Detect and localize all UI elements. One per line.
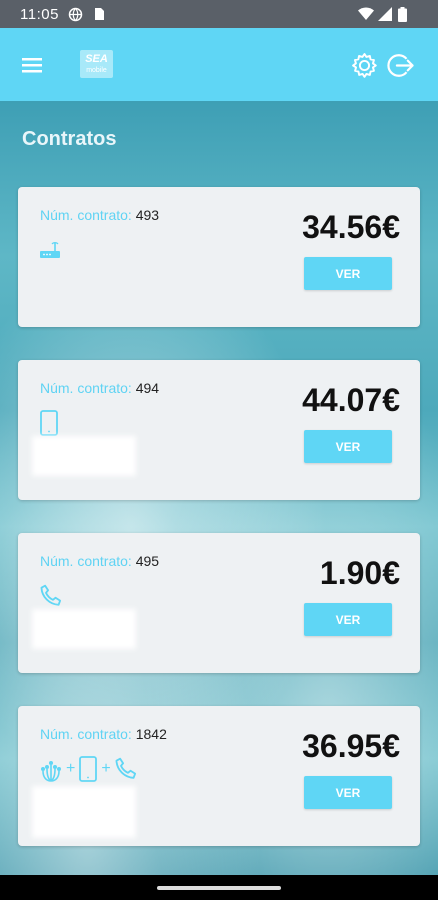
brand-logo: SEA mobile — [80, 50, 113, 78]
page-title: Contratos — [22, 128, 117, 150]
contract-card: Núm. contrato: 493 34.56€ VER — [18, 187, 420, 327]
plus-sign: + — [101, 760, 111, 777]
contract-label: Núm. contrato: 495 — [40, 553, 159, 569]
app-bar: SEA mobile — [0, 28, 438, 101]
redacted-info — [32, 609, 136, 649]
contract-label-text: Núm. contrato: — [40, 380, 132, 396]
system-navigation-bar — [0, 875, 438, 900]
service-icons — [38, 581, 64, 611]
contract-label: Núm. contrato: 494 — [40, 380, 159, 396]
battery-icon — [398, 7, 407, 22]
sim-card-icon — [95, 8, 104, 20]
view-contract-button[interactable]: VER — [304, 603, 392, 636]
contract-label-text: Núm. contrato: — [40, 553, 132, 569]
contract-card: Núm. contrato: 1842 + + 36.95€ VER — [18, 706, 420, 846]
view-contract-button[interactable]: VER — [304, 430, 392, 463]
landline-phone-icon — [115, 757, 136, 779]
logo-subtext: mobile — [86, 67, 107, 74]
status-time: 11:05 — [20, 6, 59, 23]
contract-price: 36.95€ — [302, 728, 400, 764]
view-contract-button[interactable]: VER — [304, 776, 392, 809]
vpn-globe-icon — [68, 7, 83, 22]
contract-number: 494 — [135, 380, 160, 396]
router-icon — [40, 242, 60, 258]
plus-sign: + — [66, 760, 76, 777]
redacted-info — [32, 786, 136, 838]
mobile-phone-icon — [40, 410, 58, 436]
landline-phone-icon — [40, 584, 62, 606]
contract-label-text: Núm. contrato: — [40, 207, 132, 223]
settings-gear-icon[interactable] — [350, 51, 379, 80]
wifi-icon — [358, 7, 374, 20]
contract-number: 495 — [135, 553, 160, 569]
contract-price: 1.90€ — [319, 555, 400, 591]
contract-label: Núm. contrato: 1842 — [40, 726, 167, 742]
menu-icon[interactable] — [22, 57, 42, 73]
contract-number: 493 — [135, 207, 160, 223]
service-icons: + + — [38, 754, 139, 784]
home-gesture-handle[interactable] — [157, 886, 281, 890]
contract-card: Núm. contrato: 495 1.90€ VER — [18, 533, 420, 673]
mobile-phone-icon — [79, 756, 98, 782]
contract-price: 34.56€ — [302, 209, 400, 245]
view-contract-button[interactable]: VER — [304, 257, 392, 290]
contract-card: Núm. contrato: 494 44.07€ VER — [18, 360, 420, 500]
service-icons — [38, 408, 60, 438]
logo-text: SEA — [85, 53, 108, 65]
service-icons — [38, 235, 62, 265]
logout-icon[interactable] — [386, 51, 415, 80]
fiber-icon — [41, 761, 61, 782]
contract-label-text: Núm. contrato: — [40, 726, 132, 742]
contract-price: 44.07€ — [302, 382, 400, 418]
contract-label: Núm. contrato: 493 — [40, 207, 159, 223]
status-bar: 11:05 — [0, 0, 438, 28]
signal-icon — [378, 7, 392, 21]
redacted-info — [32, 436, 136, 476]
contract-number: 1842 — [135, 726, 167, 742]
